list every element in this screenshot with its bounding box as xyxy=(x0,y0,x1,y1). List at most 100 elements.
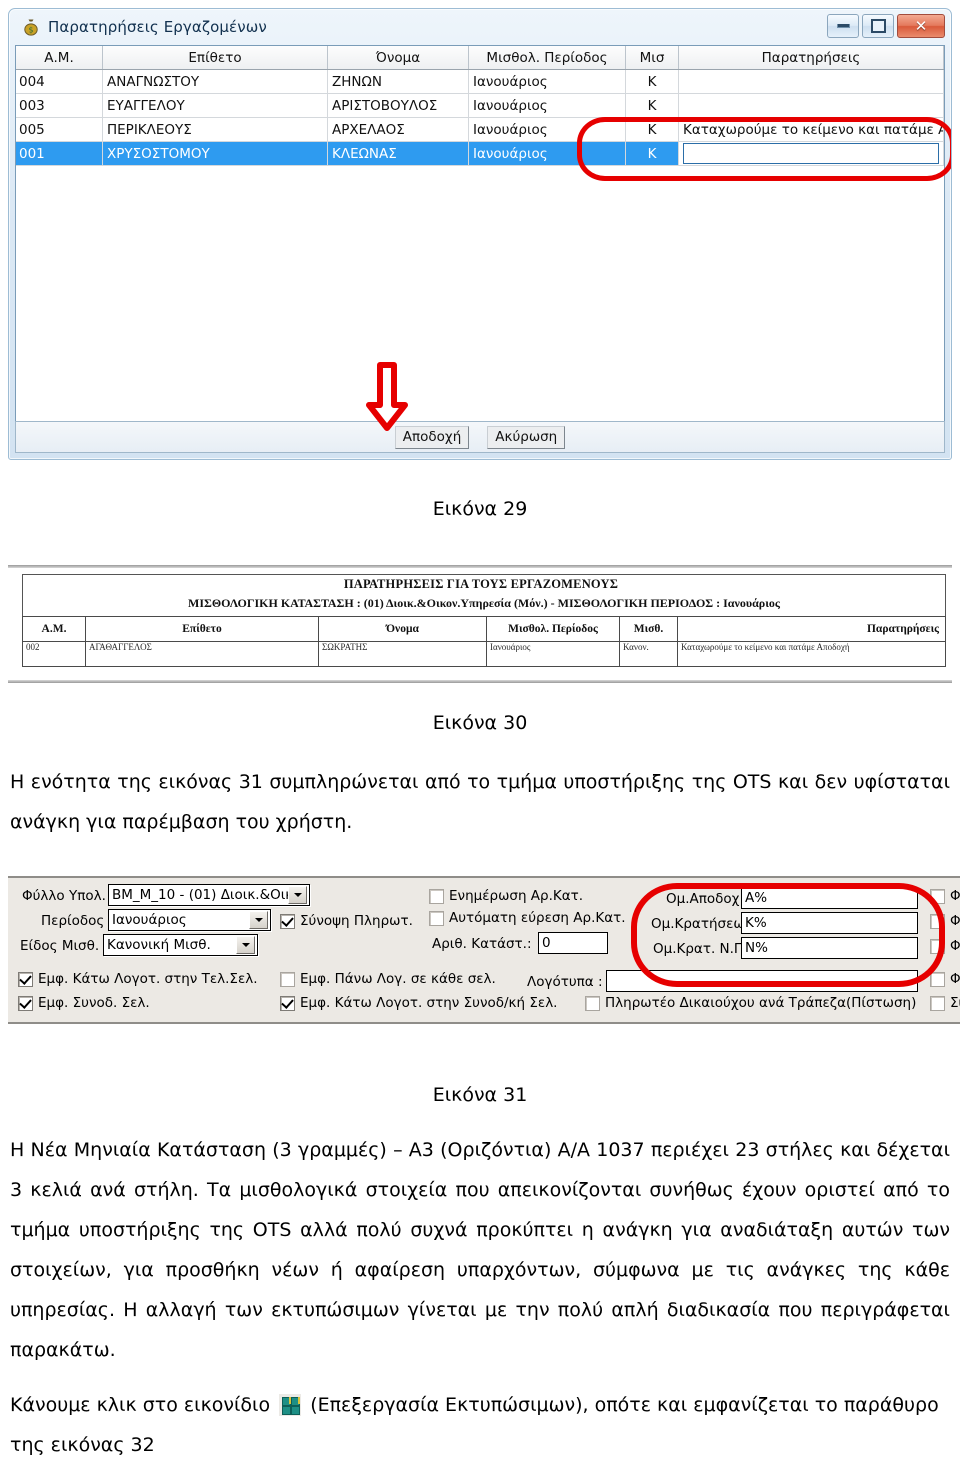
om-kratiseon-input[interactable]: Κ% xyxy=(741,912,918,934)
paragraph-3: Κάνουμε κλικ στο εικονίδιο (Επεξεργασία … xyxy=(10,1385,950,1465)
checkbox-synopsi-plirot[interactable]: Σύνοψη Πληρωτ. xyxy=(280,913,413,929)
periodos-combo[interactable]: Ιανουάριος xyxy=(108,909,271,931)
checkbox-fi-1[interactable]: Φί xyxy=(930,888,960,904)
label-eidos-misth: Είδος Μισθ. xyxy=(20,938,100,954)
chevron-down-icon[interactable] xyxy=(249,911,268,929)
report-header-box: ΠΑΡΑΤΗΡΗΣΕΙΣ ΓΙΑ ΤΟΥΣ ΕΡΓΑΖΟΜΕΝΟΥΣ ΜΙΣΘΟ… xyxy=(22,574,946,617)
svg-text:$: $ xyxy=(29,25,34,34)
checkbox-plirotéo-dikaiouchou-ana-trapeza[interactable]: Πληρωτέο Δικαιούχου ανά Τράπεζα(Πίστωση) xyxy=(585,995,916,1011)
cell-period: Ιανουάριος xyxy=(468,141,626,166)
table-row[interactable]: 003 ΕΥΑΓΓΕΛΟΥ ΑΡΙΣΤΟΒΟΥΛΟΣ Ιανουάριος Κ xyxy=(16,93,944,118)
caption-figure-29: Εικόνα 29 xyxy=(432,498,528,520)
logotypa-input[interactable] xyxy=(606,970,918,992)
report-col-remarks: Παρατηρήσεις xyxy=(677,616,946,642)
fillo-ypol-value: BM_M_10 - (01) Διοικ.&Οικον. Υπηρεσία xyxy=(112,887,288,903)
checkbox-emf-pano-log-kathe-sel[interactable]: Εμφ. Πάνω Λογ. σε κάθε σελ. xyxy=(280,971,496,987)
column-header-remarks[interactable]: Παρατηρήσεις xyxy=(678,46,944,70)
remarks-text-input[interactable] xyxy=(683,143,939,164)
window-titlebar[interactable]: $ Παρατηρήσεις Εργαζομένων ✕ xyxy=(9,9,951,45)
checkbox-label: Αυτόματη εύρεση Αρ.Κατ. xyxy=(449,910,626,926)
window-controls: ✕ xyxy=(827,14,945,38)
report-row: 002 ΑΓΑΘΑΓΓΕΛΟΣ ΣΩΚΡΑΤΗΣ Ιανουάριος Κανο… xyxy=(22,641,946,667)
remarks-grid-container: Α.Μ. Επίθετο Όνομα Μισθολ. Περίοδος Μισ … xyxy=(15,45,945,423)
periodos-value: Ιανουάριος xyxy=(112,912,187,928)
om-apodox-input[interactable]: Α% xyxy=(741,887,918,909)
minimize-icon xyxy=(836,24,850,28)
cell-remarks[interactable] xyxy=(678,69,944,94)
cell-remarks-editor[interactable] xyxy=(678,141,944,166)
checkbox-label: Φί xyxy=(950,971,960,987)
minimize-button[interactable] xyxy=(827,14,859,38)
cell-period: Ιανουάριος xyxy=(468,93,626,118)
cell-remarks[interactable] xyxy=(678,93,944,118)
dialog-button-bar: Αποδοχή Ακύρωση xyxy=(15,421,945,453)
checkbox-icon-unchecked xyxy=(585,995,600,1011)
cell-lastname: ΧΡΥΣΟΣΤΟΜΟΥ xyxy=(102,141,328,166)
table-row[interactable]: 004 ΑΝΑΓΝΩΣΤΟΥ ΖΗΝΩΝ Ιανουάριος Κ xyxy=(16,69,944,94)
label-om-krat-np: Ομ.Κρατ. Ν.Π. xyxy=(653,941,749,957)
report-col-am: Α.Μ. xyxy=(22,616,86,642)
cell-firstname: ΑΡΙΣΤΟΒΟΥΛΟΣ xyxy=(327,93,469,118)
report-cell-period: Ιανουάριος xyxy=(486,641,620,667)
cell-period: Ιανουάριος xyxy=(468,117,626,142)
checkbox-label: Σύνοψη Πληρωτ. xyxy=(300,913,413,929)
cell-firstname: ΑΡΧΕΛΑΟΣ xyxy=(327,117,469,142)
column-header-mis[interactable]: Μισ xyxy=(625,46,679,70)
cell-mis: Κ xyxy=(625,117,679,142)
column-header-am[interactable]: Α.Μ. xyxy=(16,46,103,70)
cell-period: Ιανουάριος xyxy=(468,69,626,94)
label-om-kratiseon: Ομ.Κρατήσεων xyxy=(651,916,753,932)
checkbox-label: Εμφ. Πάνω Λογ. σε κάθε σελ. xyxy=(300,971,496,987)
checkbox-label: Φί xyxy=(950,913,960,929)
column-header-lastname[interactable]: Επίθετο xyxy=(102,46,328,70)
cell-firstname: ΚΛΕΩΝΑΣ xyxy=(327,141,469,166)
report-title: ΠΑΡΑΤΗΡΗΣΕΙΣ ΓΙΑ ΤΟΥΣ ΕΡΓΑΖΟΜΕΝΟΥΣ xyxy=(343,577,619,591)
om-krat-np-input[interactable]: Ν% xyxy=(741,937,918,959)
caption-figure-30: Εικόνα 30 xyxy=(432,712,528,734)
close-button[interactable]: ✕ xyxy=(897,14,945,38)
column-header-payroll-period[interactable]: Μισθολ. Περίοδος xyxy=(468,46,626,70)
checkbox-fi-2[interactable]: Φί xyxy=(930,913,960,929)
paragraph-1: Η ενότητα της εικόνας 31 συμπληρώνεται α… xyxy=(10,771,950,833)
chevron-down-icon[interactable] xyxy=(288,886,307,904)
report-top-rule xyxy=(8,565,952,568)
employee-remarks-window: $ Παρατηρήσεις Εργαζομένων ✕ Α.Μ. Επίθετ… xyxy=(8,8,952,460)
checkbox-fi-3[interactable]: Φί xyxy=(930,938,960,954)
table-row[interactable]: 005 ΠΕΡΙΚΛΕΟΥΣ ΑΡΧΕΛΑΟΣ Ιανουάριος Κ Κατ… xyxy=(16,117,944,142)
edit-printables-grid-icon[interactable] xyxy=(279,1394,302,1416)
checkbox-emf-synod-sel[interactable]: Εμφ. Συνοδ. Σελ. xyxy=(18,995,150,1011)
checkbox-fi-4[interactable]: Φί xyxy=(930,971,960,987)
maximize-icon xyxy=(870,19,886,33)
checkbox-icon-checked xyxy=(280,913,295,929)
cell-remarks[interactable]: Καταχωρούμε το κείμενο και πατάμε Αποδοχ… xyxy=(678,117,944,142)
checkbox-icon-unchecked xyxy=(429,910,444,926)
maximize-button[interactable] xyxy=(862,14,894,38)
fillo-ypol-combo[interactable]: BM_M_10 - (01) Διοικ.&Οικον. Υπηρεσία xyxy=(108,884,310,906)
report-col-misth: Μισθ. xyxy=(619,616,678,642)
cancel-button[interactable]: Ακύρωση xyxy=(487,425,566,449)
checkbox-enimerosi-ar-kat[interactable]: Ενημέρωση Αρ.Κατ. xyxy=(429,888,583,904)
cell-mis: Κ xyxy=(625,141,679,166)
column-header-firstname[interactable]: Όνομα xyxy=(327,46,469,70)
checkbox-icon-unchecked xyxy=(930,938,945,954)
cell-mis: Κ xyxy=(625,69,679,94)
checkbox-emf-kato-logot-tel-sel[interactable]: Εμφ. Κάτω Λογοτ. στην Τελ.Σελ. xyxy=(18,971,258,987)
chevron-down-icon[interactable] xyxy=(236,936,255,954)
checkbox-icon-unchecked xyxy=(280,971,295,987)
checkbox-automati-evresi-ar-kat[interactable]: Αυτόματη εύρεση Αρ.Κατ. xyxy=(429,910,626,926)
arith-katast-input[interactable]: 0 xyxy=(538,932,608,954)
report-table: Α.Μ. Επίθετο Όνομα Μισθολ. Περίοδος Μισθ… xyxy=(22,616,946,667)
checkbox-label: Σύ xyxy=(950,995,960,1011)
figure-30: ΠΑΡΑΤΗΡΗΣΕΙΣ ΓΙΑ ΤΟΥΣ ΕΡΓΑΖΟΜΕΝΟΥΣ ΜΙΣΘΟ… xyxy=(8,565,952,683)
checkbox-label: Φί xyxy=(950,938,960,954)
checkbox-sy-5[interactable]: Σύ xyxy=(930,995,960,1011)
checkbox-emf-kato-logot-synod-sel[interactable]: Εμφ. Κάτω Λογοτ. στην Συνοδ/κή Σελ. xyxy=(280,995,557,1011)
report-subtitle: ΜΙΣΘΟΛΟΓΙΚΗ ΚΑΤΑΣΤΑΣΗ : (01) Διοικ.&Οικο… xyxy=(188,596,780,610)
table-row-selected[interactable]: 001 ΧΡΥΣΟΣΤΟΜΟΥ ΚΛΕΩΝΑΣ Ιανουάριος Κ xyxy=(16,141,944,166)
label-om-apodox: Ομ.Αποδοχ xyxy=(666,891,740,907)
cell-am: 001 xyxy=(16,141,103,166)
eidos-misth-combo[interactable]: Κανονική Μισθ. xyxy=(103,934,258,956)
cell-am: 004 xyxy=(16,69,103,94)
report-cell-remarks: Καταχωρούμε το κείμενο και πατάμε Αποδοχ… xyxy=(677,641,946,667)
label-fillo-ypol: Φύλλο Υπολ. xyxy=(22,888,106,904)
